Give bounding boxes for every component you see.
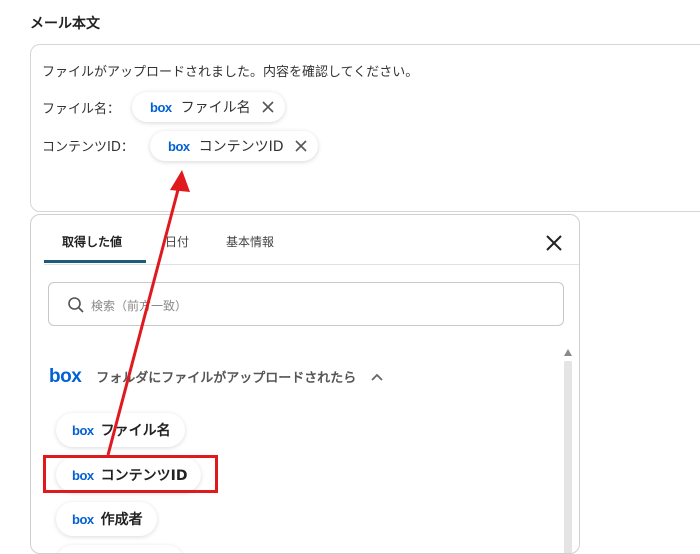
list-item-label: ファイル名 [100,423,171,439]
email-body-label: メール本文 [30,16,100,32]
group-title: フォルダにファイルがアップロードされたら [96,371,357,386]
content-id-label: コンテンツID： [42,140,134,155]
close-icon[interactable] [543,232,565,254]
box-logo-icon: box [49,366,82,387]
annotation-highlight-box [43,455,218,493]
scrollbar-thumb[interactable] [564,361,572,553]
tab-basic-info[interactable]: 基本情報 [226,233,274,250]
box-logo-icon: box [72,422,94,438]
file-name-label: ファイル名： [42,102,121,117]
active-tab-indicator [44,260,146,263]
tab-date[interactable]: 日付 [165,233,189,250]
chip-label: コンテンツID [198,139,284,155]
remove-chip-icon[interactable] [261,100,275,114]
tab-divider [44,264,579,265]
search-placeholder: 検索（前方一致） [91,299,188,313]
box-logo-icon: box [150,99,172,115]
body-text-line: ファイルがアップロードされました。内容を確認してください。 [42,65,419,80]
scrollbar[interactable] [563,347,573,553]
chevron-up-icon[interactable] [370,372,384,382]
email-body-editor[interactable]: ファイルがアップロードされました。内容を確認してください。 ファイル名： box… [30,44,700,212]
search-input[interactable]: 検索（前方一致） [48,282,564,326]
tab-acquired-values[interactable]: 取得した値 [62,233,122,250]
list-item-creator[interactable]: box 作成者 [56,502,157,536]
scroll-up-icon[interactable] [564,349,572,356]
file-name-variable-chip[interactable]: box ファイル名 [132,92,285,122]
box-logo-icon: box [168,138,190,154]
list-item-label: 作成者 [100,512,143,528]
trigger-group-header[interactable]: box フォルダにファイルがアップロードされたら [49,367,384,386]
content-id-variable-chip[interactable]: box コンテンツID [150,131,318,161]
search-icon [68,297,84,313]
value-picker-panel: 取得した値 日付 基本情報 検索（前方一致） box フォルダにファイルがアップ… [30,214,580,554]
box-logo-icon: box [72,511,94,527]
list-item-file-name[interactable]: box ファイル名 [56,413,185,447]
list-item-partial[interactable] [56,545,184,553]
chip-label: ファイル名 [180,100,251,116]
remove-chip-icon[interactable] [294,139,308,153]
